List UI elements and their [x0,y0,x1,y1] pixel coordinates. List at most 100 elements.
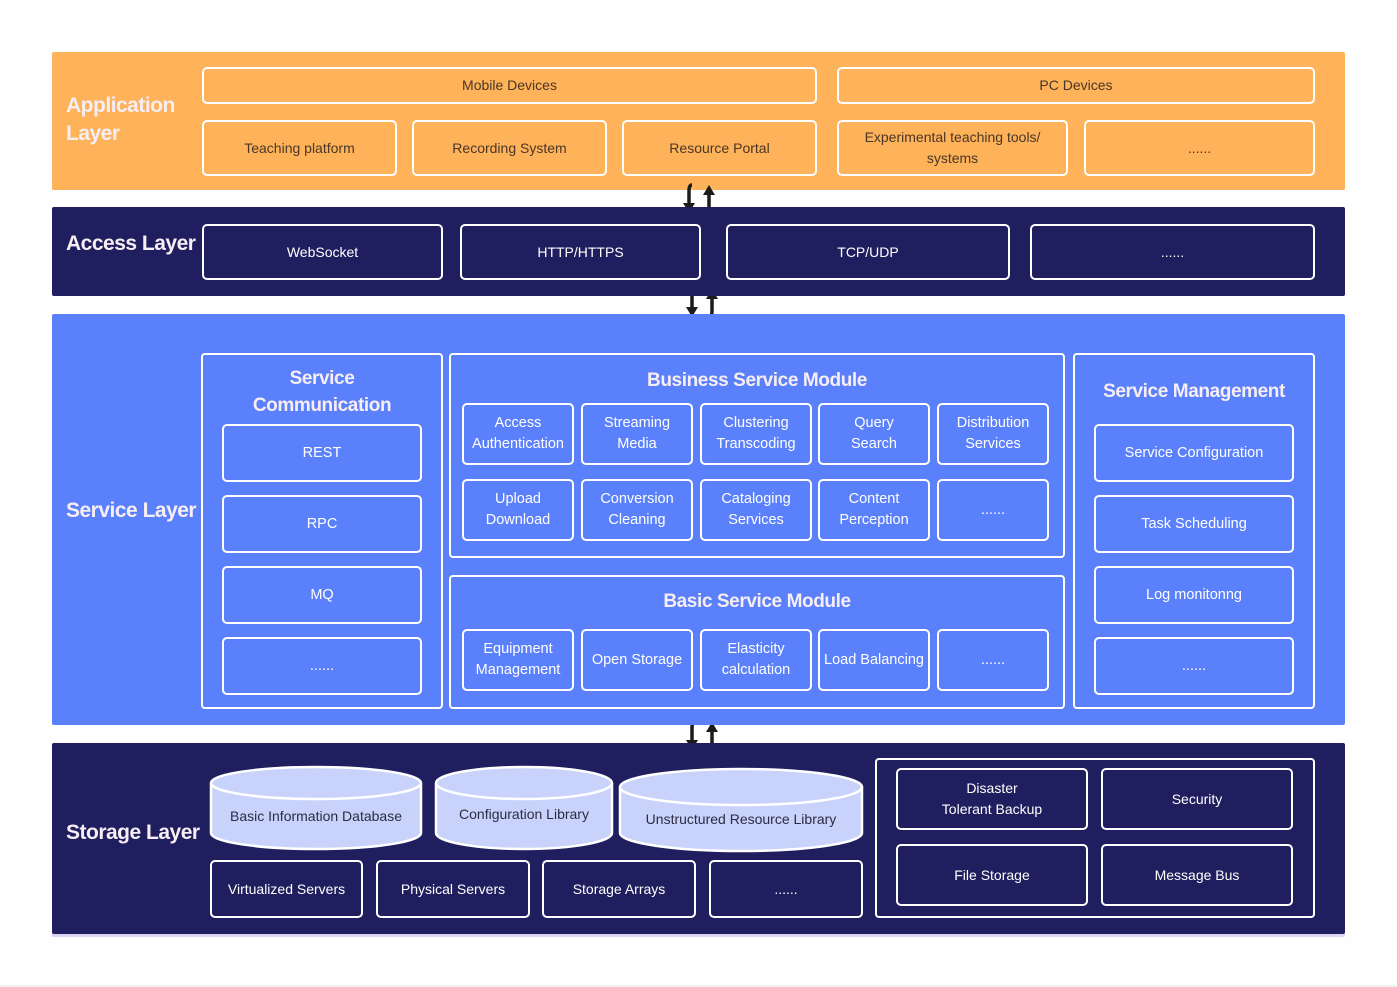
box-label-line: Cataloging [721,491,791,507]
task-scheduling-box[interactable]: Task Scheduling [1094,495,1294,553]
configuration-library[interactable]: Configuration Library [434,765,614,851]
file-storage-box[interactable]: File Storage [896,844,1088,906]
access-authentication-box[interactable]: Access Authentication [462,403,574,465]
websocket-box[interactable]: WebSocket [202,224,443,280]
box-label-line: ...... [980,501,1006,518]
more-box[interactable]: ...... [937,479,1049,541]
more-communication-box[interactable]: ...... [222,637,422,695]
box-label-line: Query [854,415,894,431]
unstructured-resource-library[interactable]: Unstructured Resource Library [618,767,864,853]
open-storage-box[interactable]: Open Storage [581,629,693,691]
service-configuration-box[interactable]: Service Configuration [1094,424,1294,482]
virtualized-servers-box[interactable]: Virtualized Servers [210,860,363,918]
mq-box[interactable]: MQ [222,566,422,624]
database-label: Basic Information Database [230,808,402,824]
streaming-media-box[interactable]: Streaming Media [581,403,693,465]
box-label-line: Perception [839,512,909,528]
more-protocols-box[interactable]: ...... [1030,224,1315,280]
content-perception-box[interactable]: Content Perception [818,479,930,541]
box-label-line: Equipment [483,641,553,657]
basic-information-database[interactable]: Basic Information Database [209,765,423,851]
service-communication-title: Service Communication [203,365,441,419]
box-label-line: Elasticity [727,641,785,657]
storage-arrays-box[interactable]: Storage Arrays [542,860,696,918]
message-bus-box[interactable]: Message Bus [1101,844,1293,906]
business-service-module-panel: Business Service Module Access Authentica… [449,353,1065,558]
service-management-title: Service Management [1103,381,1285,402]
storage-layer-title: Storage Layer [66,821,200,844]
security-box[interactable]: Security [1101,768,1293,830]
database-label: Unstructured Resource Library [645,811,837,827]
mobile-devices-box[interactable]: Mobile Devices [202,67,817,104]
access-layer-title: Access Layer [66,232,196,255]
basic-service-module-title: Basic Service Module [663,591,851,612]
application-layer-title: Application Layer [66,92,175,148]
disaster-tolerant-backup-box[interactable]: Disaster Tolerant Backup [896,768,1088,830]
box-label-line: Clustering [723,415,789,431]
box-label-line: File Storage [954,866,1030,883]
box-label-line: Message Bus [1154,866,1240,883]
service-layer-title: Service Layer [66,499,197,522]
pc-devices-box[interactable]: PC Devices [837,67,1315,104]
http-https-box[interactable]: HTTP/HTTPS [460,224,701,280]
box-label-line: Transcoding [716,436,796,452]
log-monitoring-box[interactable]: Log monitonng [1094,566,1294,624]
resource-portal-box[interactable]: Resource Portal [622,120,817,176]
box-label-line: Open Storage [591,651,683,668]
experimental-tools-box[interactable]: Experimental teaching tools/ systems [837,120,1068,176]
more-management-box[interactable]: ...... [1094,637,1294,695]
title-line: Service [289,368,355,389]
title-line: Application [66,94,175,117]
box-label-line: Upload [495,491,541,507]
clustering-transcoding-box[interactable]: Clustering Transcoding [700,403,812,465]
box-label-line: Tolerant Backup [941,801,1043,817]
tcp-udp-box[interactable]: TCP/UDP [726,224,1010,280]
conversion-cleaning-box[interactable]: Conversion Cleaning [581,479,693,541]
box-label-line: Load Balancing [824,651,924,668]
database-cylinder-icon [618,767,864,853]
rest-box[interactable]: REST [222,424,422,482]
box-label-line: Streaming [603,415,671,431]
box-label-line: Conversion [600,491,674,507]
load-balancing-box[interactable]: Load Balancing [818,629,930,691]
box-label-line: Search [851,436,897,452]
upload-download-box[interactable]: Upload Download [462,479,574,541]
more-servers-box[interactable]: ...... [709,860,863,918]
service-communication-panel: Service Communication REST RPC MQ ...... [201,353,443,709]
basic-service-module-panel: Basic Service Module Equipment Management… [449,575,1065,709]
title-line: Communication [252,395,392,416]
cataloging-services-box[interactable]: Cataloging Services [700,479,812,541]
box-label-line: Security [1171,790,1223,807]
box-label-line: Media [617,436,657,452]
equipment-management-box[interactable]: Equipment Management [462,629,574,691]
database-label: Configuration Library [459,806,589,822]
more-box[interactable]: ...... [937,629,1049,691]
more-apps-box[interactable]: ...... [1084,120,1315,176]
elasticity-calculation-box[interactable]: Elasticity calculation [700,629,812,691]
box-label-line: Services [965,436,1021,452]
box-label-line: calculation [721,662,791,678]
storage-layer: Storage Layer Basic Information Database… [52,743,1345,934]
recording-system-box[interactable]: Recording System [412,120,607,176]
service-layer: Service Layer Service Communication REST… [52,314,1345,725]
box-label-line: Content [848,491,900,507]
rpc-box[interactable]: RPC [222,495,422,553]
box-label-line: Management [475,662,561,678]
business-service-module-title: Business Service Module [647,370,867,391]
distribution-services-box[interactable]: Distribution Services [937,403,1049,465]
physical-servers-box[interactable]: Physical Servers [376,860,530,918]
query-search-box[interactable]: Query Search [818,403,930,465]
access-layer: Access Layer WebSocket HTTP/HTTPS TCP/UD… [52,207,1345,296]
application-layer: Application Layer Mobile Devices PC Devi… [52,52,1345,190]
teaching-platform-box[interactable]: Teaching platform [202,120,397,176]
box-label-line: Distribution [956,415,1030,431]
box-label-line: ...... [980,651,1006,668]
title-line: Layer [66,122,120,145]
box-label-line: Cleaning [608,512,666,528]
service-management-panel: Service Management Service Configuration… [1073,353,1315,709]
box-label-line: Authentication [472,436,564,452]
box-label-line: Download [485,512,551,528]
box-label-line: Access [494,415,542,431]
box-label-line: Disaster [966,780,1018,796]
box-label-line: Services [728,512,784,528]
